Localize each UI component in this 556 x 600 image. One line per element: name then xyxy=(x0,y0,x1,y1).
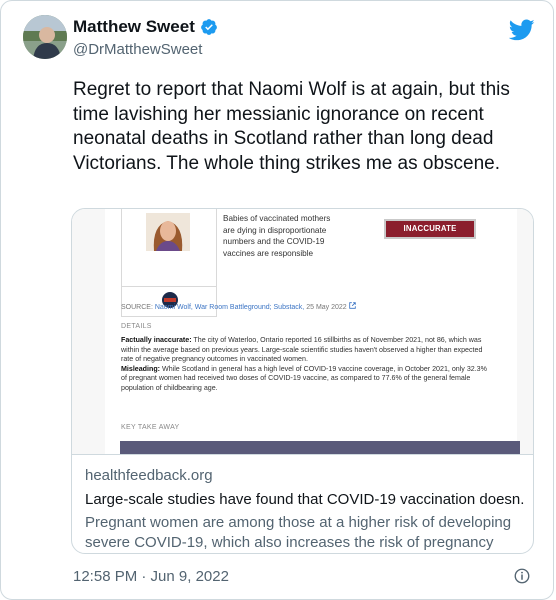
tweet-text: Regret to report that Naomi Wolf is at a… xyxy=(73,79,510,174)
author-handle[interactable]: @DrMatthewSweet xyxy=(73,41,202,58)
details-text: Factually inaccurate: The city of Waterl… xyxy=(121,336,491,394)
card-image[interactable]: Babies of vaccinated mothers are dying i… xyxy=(72,209,533,455)
claim-text: Babies of vaccinated mothers are dying i… xyxy=(223,214,331,258)
verified-badge-icon xyxy=(200,19,217,35)
source-label: SOURCE: xyxy=(121,304,153,311)
document-footer-bar xyxy=(120,441,520,454)
detail-1-label: Factually inaccurate: xyxy=(121,336,192,344)
card-title: Large-scale studies have found that COVI… xyxy=(85,491,525,508)
link-preview-card[interactable]: Babies of vaccinated mothers are dying i… xyxy=(71,208,534,554)
detail-2-text: While Scotland in general has a high lev… xyxy=(121,364,487,392)
claimant-photo-frame xyxy=(121,209,217,287)
info-icon[interactable] xyxy=(513,567,531,585)
claimant-photo xyxy=(146,213,190,251)
source-date: 25 May 2022 xyxy=(306,304,347,311)
detail-2-label: Misleading: xyxy=(121,364,161,373)
source-text: Naomi Wolf, War Room Battleground; Subst… xyxy=(154,304,305,311)
card-domain: healthfeedback.org xyxy=(85,467,213,484)
author-name-row: Matthew Sweet xyxy=(73,17,218,37)
external-link-icon xyxy=(348,302,356,309)
key-takeaway-label: KEY TAKE AWAY xyxy=(121,424,180,431)
fact-check-document: Babies of vaccinated mothers are dying i… xyxy=(105,209,520,454)
card-description: Pregnant women are among those at a high… xyxy=(85,514,512,551)
source-line: SOURCE: Naomi Wolf, War Room Battlegroun… xyxy=(121,302,356,311)
tweet-timestamp[interactable]: 12:58 PM · Jun 9, 2022 xyxy=(73,568,229,585)
details-label: DETAILS xyxy=(121,323,152,330)
tweet-card: Matthew Sweet @DrMatthewSweet Regret to … xyxy=(0,0,554,600)
verdict-badge: INACCURATE xyxy=(384,219,476,239)
twitter-bird-icon[interactable] xyxy=(509,17,535,43)
avatar-image xyxy=(23,15,67,59)
author-name[interactable]: Matthew Sweet xyxy=(73,17,195,37)
detail-1: Factually inaccurate: The city of Waterl… xyxy=(121,336,491,365)
detail-2: Misleading: While Scotland in general ha… xyxy=(121,365,491,394)
avatar[interactable] xyxy=(23,15,67,59)
